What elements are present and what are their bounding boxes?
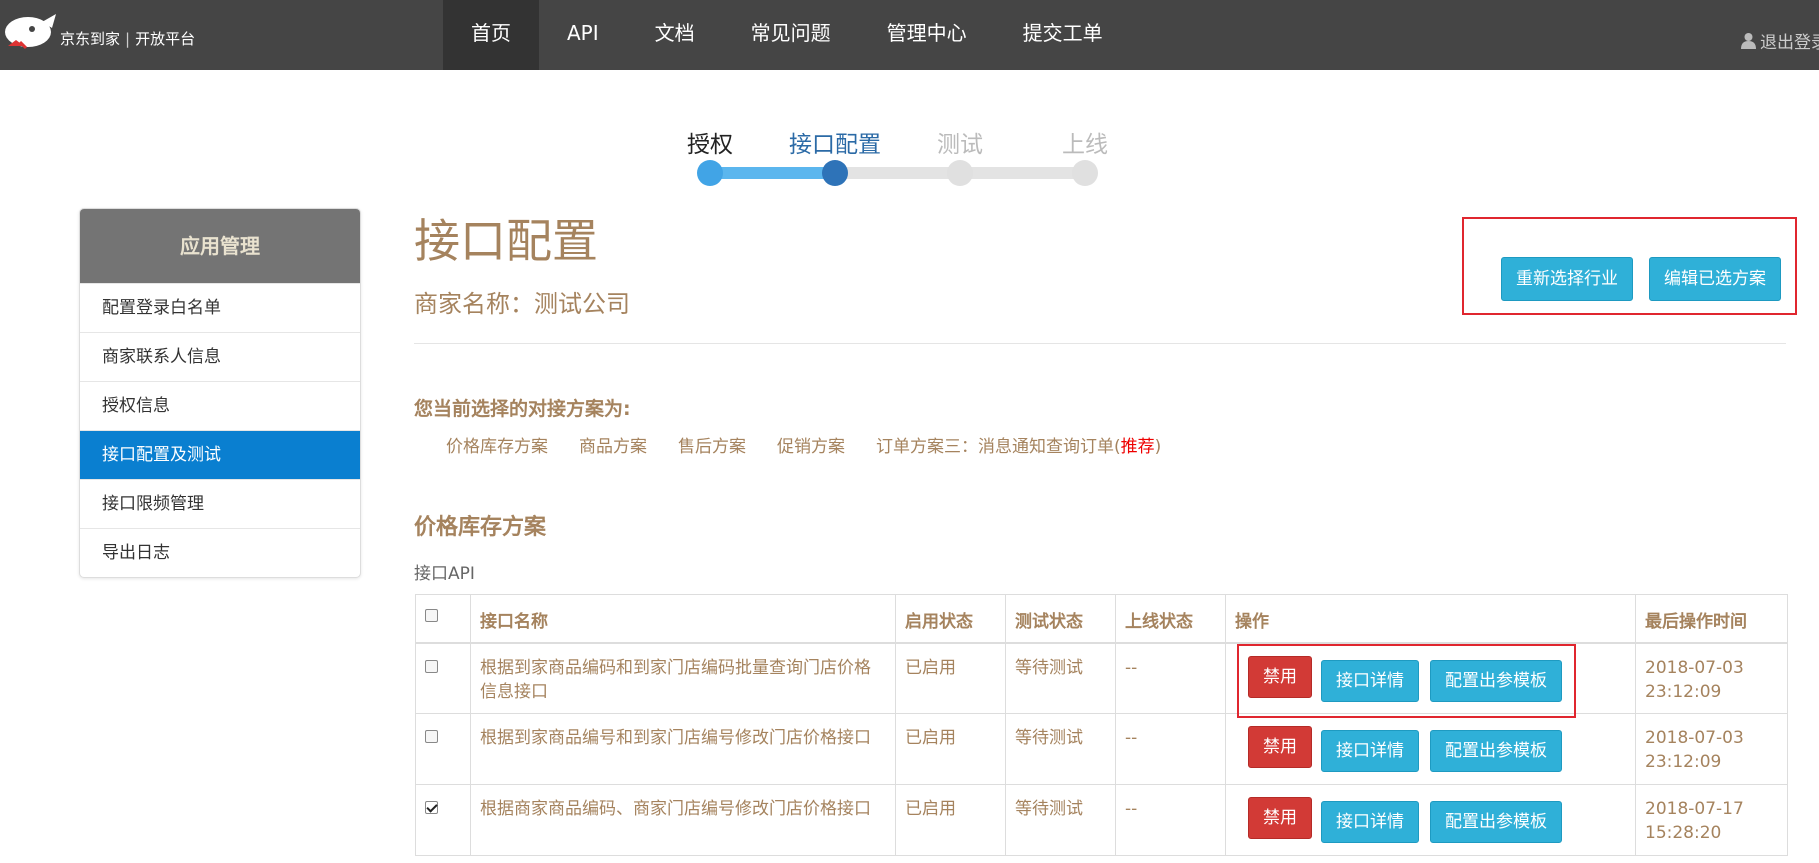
page-title: 接口配置 — [414, 214, 598, 268]
brand-name: 京东到家 — [60, 30, 121, 48]
highlight-box-top-actions: 重新选择行业 编辑已选方案 — [1462, 217, 1797, 315]
test-status-cell: 等待测试 — [1005, 713, 1116, 785]
actions-cell: 禁用 接口详情 配置出参模板 — [1225, 713, 1636, 785]
highlight-box-row-actions — [1237, 644, 1576, 718]
nav-home[interactable]: 首页 — [443, 0, 539, 70]
plan-item: 价格库存方案 — [446, 437, 548, 457]
table-row: 根据商家商品编码、商家门店编号修改门店价格接口 已启用 等待测试 -- 禁用 接… — [415, 784, 1788, 856]
api-detail-button[interactable]: 接口详情 — [1321, 801, 1419, 843]
row-checkbox[interactable] — [425, 730, 438, 743]
sidebar-item-authorization-info[interactable]: 授权信息 — [80, 381, 360, 430]
logout-link[interactable]: 退出登录 — [1740, 28, 1819, 53]
plan-item: 商品方案 — [579, 437, 647, 457]
last-operation-time-cell: 2018-07-17 15:28:20 — [1635, 784, 1788, 856]
divider — [414, 343, 1786, 344]
test-status-cell: 等待测试 — [1005, 642, 1116, 714]
step-dot-test — [947, 160, 973, 186]
enable-status-cell: 已启用 — [895, 784, 1006, 856]
nav-api[interactable]: API — [539, 0, 627, 70]
main-nav: 首页 API 文档 常见问题 管理中心 提交工单 — [443, 0, 1131, 70]
step-dot-api-config — [822, 160, 848, 186]
merchant-name: 商家名称：测试公司 — [414, 290, 630, 318]
table-row: 根据到家商品编号和到家门店编号修改门店价格接口 已启用 等待测试 -- 禁用 接… — [415, 713, 1788, 785]
enable-status-cell: 已启用 — [895, 642, 1006, 714]
sidebar-item-rate-limit[interactable]: 接口限频管理 — [80, 479, 360, 528]
table-header-row: 接口名称 启用状态 测试状态 上线状态 操作 最后操作时间 — [415, 594, 1788, 644]
plan-heading: 您当前选择的对接方案为: — [414, 398, 631, 420]
api-table: 接口名称 启用状态 测试状态 上线状态 操作 最后操作时间 根据到家商品编码和到… — [415, 594, 1788, 856]
test-status-cell: 等待测试 — [1005, 784, 1116, 856]
step-authorize: 授权 — [687, 132, 733, 158]
logout-label: 退出登录 — [1760, 33, 1819, 53]
brand-separator: | — [125, 30, 131, 48]
header-test-status: 测试状态 — [1005, 594, 1116, 644]
nav-faq[interactable]: 常见问题 — [723, 0, 859, 70]
nav-submit-ticket[interactable]: 提交工单 — [995, 0, 1131, 70]
last-operation-time-cell: 2018-07-03 23:12:09 — [1635, 713, 1788, 785]
header-api-name: 接口名称 — [470, 594, 896, 644]
row-select-cell — [415, 642, 471, 714]
step-test: 测试 — [937, 132, 983, 158]
header-select-all — [415, 594, 471, 644]
plan-order-label: 订单方案三：消息通知查询订单( — [876, 437, 1121, 457]
sidebar-item-export-logs[interactable]: 导出日志 — [80, 528, 360, 577]
row-checkbox-checked[interactable] — [425, 801, 438, 814]
plan-item: 促销方案 — [777, 437, 845, 457]
enable-status-cell: 已启用 — [895, 713, 1006, 785]
nav-admin-center[interactable]: 管理中心 — [859, 0, 995, 70]
sidebar-item-login-whitelist[interactable]: 配置登录白名单 — [80, 283, 360, 332]
progress-track — [710, 167, 1085, 179]
plan-item: 售后方案 — [678, 437, 746, 457]
table-row: 根据到家商品编码和到家门店编码批量查询门店价格信息接口 已启用 等待测试 -- … — [415, 642, 1788, 714]
config-output-template-button[interactable]: 配置出参模板 — [1430, 730, 1562, 772]
select-all-checkbox[interactable] — [425, 609, 438, 622]
disable-button[interactable]: 禁用 — [1248, 797, 1312, 839]
row-select-cell — [415, 784, 471, 856]
sidebar: 应用管理 配置登录白名单 商家联系人信息 授权信息 接口配置及测试 接口限频管理… — [79, 208, 361, 578]
header-online-status: 上线状态 — [1115, 594, 1226, 644]
actions-cell: 禁用 接口详情 配置出参模板 — [1225, 784, 1636, 856]
recommended-tag: 推荐 — [1120, 437, 1155, 457]
online-status-cell: -- — [1115, 642, 1226, 714]
row-checkbox[interactable] — [425, 659, 438, 673]
section-title: 价格库存方案 — [414, 515, 547, 540]
online-status-cell: -- — [1115, 713, 1226, 785]
plan-item-order: 订单方案三：消息通知查询订单(推荐) — [876, 432, 1161, 457]
disable-button[interactable]: 禁用 — [1248, 726, 1312, 768]
header-last-operation-time: 最后操作时间 — [1635, 594, 1788, 644]
step-dot-online — [1072, 160, 1098, 186]
brand-platform: 开放平台 — [135, 30, 196, 48]
nav-docs[interactable]: 文档 — [627, 0, 723, 70]
api-name-cell: 根据到家商品编码和到家门店编码批量查询门店价格信息接口 — [470, 642, 896, 714]
config-output-template-button[interactable]: 配置出参模板 — [1430, 801, 1562, 843]
step-online: 上线 — [1062, 132, 1108, 158]
sidebar-item-api-config-test[interactable]: 接口配置及测试 — [80, 430, 360, 479]
header-enable-status: 启用状态 — [895, 594, 1006, 644]
header-actions: 操作 — [1225, 594, 1636, 644]
online-status-cell: -- — [1115, 784, 1226, 856]
step-api-config: 接口配置 — [789, 132, 881, 158]
sidebar-header: 应用管理 — [80, 209, 360, 283]
api-label: 接口API — [414, 564, 475, 584]
sidebar-item-merchant-contacts[interactable]: 商家联系人信息 — [80, 332, 360, 381]
progress-steps: 授权 接口配置 测试 上线 — [670, 125, 1130, 186]
edit-selected-plan-button[interactable]: 编辑已选方案 — [1649, 257, 1781, 301]
api-name-cell: 根据商家商品编码、商家门店编号修改门店价格接口 — [470, 784, 896, 856]
reselect-industry-button[interactable]: 重新选择行业 — [1501, 257, 1633, 301]
api-detail-button[interactable]: 接口详情 — [1321, 730, 1419, 772]
api-name-cell: 根据到家商品编号和到家门店编号修改门店价格接口 — [470, 713, 896, 785]
user-icon — [1741, 33, 1756, 49]
top-nav-bar: 京东到家|开放平台 首页 API 文档 常见问题 管理中心 提交工单 退出登录 — [0, 0, 1819, 70]
row-select-cell — [415, 713, 471, 785]
selected-plans: 价格库存方案 商品方案 售后方案 促销方案 订单方案三：消息通知查询订单(推荐) — [446, 432, 1161, 457]
jd-daojia-logo[interactable] — [2, 12, 58, 54]
brand-text[interactable]: 京东到家 | 开放平台 — [60, 28, 195, 49]
progress-track-fill — [710, 167, 835, 179]
last-operation-time-cell: 2018-07-03 23:12:09 — [1635, 642, 1788, 714]
step-dot-authorize — [697, 160, 723, 186]
plan-order-suffix: ) — [1154, 437, 1162, 457]
